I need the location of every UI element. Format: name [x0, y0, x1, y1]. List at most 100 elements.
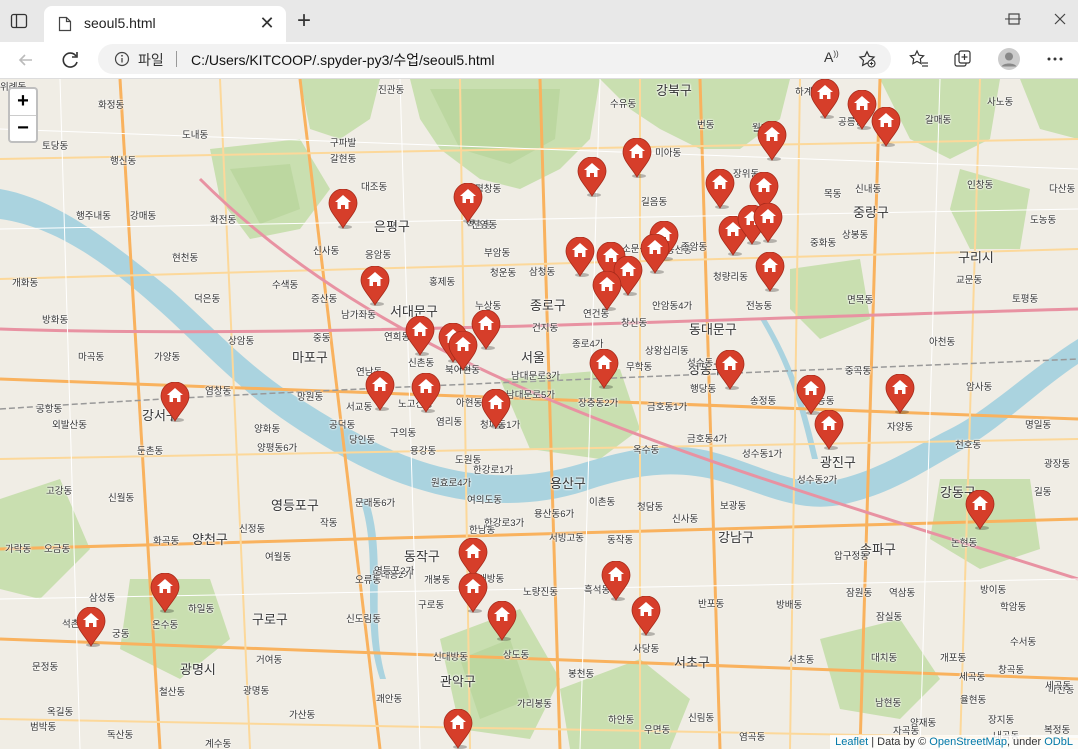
home-marker[interactable]	[640, 234, 670, 274]
place-label: 번동	[697, 120, 715, 131]
place-label: 화전동	[210, 215, 237, 226]
home-marker[interactable]	[328, 189, 358, 229]
place-label: 교문동	[956, 275, 983, 286]
district-label: 은평구	[374, 219, 410, 234]
home-marker[interactable]	[160, 382, 190, 422]
info-icon[interactable]	[114, 51, 130, 67]
place-label: 세곡동	[1045, 681, 1072, 692]
home-marker[interactable]	[565, 237, 595, 277]
home-marker[interactable]	[885, 374, 915, 414]
profile-avatar-icon[interactable]	[997, 47, 1021, 71]
place-label: 건지동	[532, 323, 559, 334]
home-marker[interactable]	[411, 373, 441, 413]
place-label: 철산동	[159, 687, 186, 698]
home-marker[interactable]	[622, 138, 652, 178]
place-label: 부암동	[484, 248, 511, 259]
zoom-in-button[interactable]: +	[10, 89, 36, 116]
place-label: 성수동	[687, 358, 714, 369]
home-marker[interactable]	[453, 183, 483, 223]
home-marker[interactable]	[458, 538, 488, 578]
place-label: 옥길동	[47, 707, 74, 718]
district-label: 영등포구	[271, 498, 319, 513]
place-label: 수유동	[610, 99, 637, 110]
maximize-button[interactable]	[1008, 13, 1020, 25]
add-favorite-icon[interactable]	[858, 50, 876, 68]
new-tab-button[interactable]: +	[292, 8, 316, 34]
close-tab-icon[interactable]: ✕	[258, 14, 276, 32]
odbl-link[interactable]: ODbL	[1044, 736, 1073, 748]
place-label: 원효로4가	[431, 478, 472, 489]
place-label: 양화동	[254, 424, 281, 435]
place-label: 역삼동	[889, 588, 916, 599]
home-marker[interactable]	[965, 490, 995, 530]
home-marker[interactable]	[871, 107, 901, 147]
home-marker[interactable]	[458, 573, 488, 613]
home-marker[interactable]	[365, 371, 395, 411]
read-aloud-icon[interactable]: A))	[824, 49, 839, 65]
place-label: 응암동	[365, 250, 392, 261]
place-label: 면목동	[847, 295, 874, 306]
place-label: 아천동	[929, 337, 956, 348]
place-label: 염창동	[205, 386, 232, 397]
home-marker[interactable]	[814, 410, 844, 450]
home-marker[interactable]	[481, 389, 511, 429]
back-button[interactable]	[12, 46, 40, 74]
refresh-button[interactable]	[56, 46, 84, 74]
home-marker[interactable]	[810, 79, 840, 119]
place-label: 학암동	[1000, 602, 1027, 613]
collections-icon[interactable]	[952, 48, 974, 70]
home-marker[interactable]	[405, 316, 435, 356]
home-marker[interactable]	[471, 310, 501, 350]
place-label: 남대문로5가	[506, 390, 555, 401]
home-marker[interactable]	[796, 375, 826, 415]
place-label: 신사동	[313, 246, 340, 257]
home-marker[interactable]	[577, 157, 607, 197]
home-marker[interactable]	[150, 573, 180, 613]
place-label: 공항동	[36, 404, 63, 415]
leaflet-link[interactable]: Leaflet	[835, 736, 868, 748]
place-label: 길음동	[641, 197, 668, 208]
attribution-text: | Data by ©	[868, 736, 930, 748]
more-menu-icon[interactable]	[1044, 48, 1066, 70]
place-label: 세곡동	[959, 672, 986, 683]
close-window-button[interactable]	[1054, 13, 1066, 25]
home-marker[interactable]	[76, 607, 106, 647]
sidebar-toggle-icon[interactable]	[10, 12, 28, 30]
home-marker[interactable]	[757, 121, 787, 161]
place-label: 동작동	[607, 535, 634, 546]
place-label: 상암동	[228, 336, 255, 347]
district-label: 구로구	[252, 612, 288, 627]
home-marker[interactable]	[631, 596, 661, 636]
district-label: 강남구	[718, 530, 754, 545]
home-marker[interactable]	[715, 350, 745, 390]
osm-link[interactable]: OpenStreetMap	[929, 736, 1007, 748]
district-label: 강북구	[656, 83, 692, 98]
place-label: 외발산동	[52, 420, 87, 431]
favorites-icon[interactable]	[908, 48, 930, 70]
zoom-out-button[interactable]: −	[10, 116, 36, 142]
home-marker[interactable]	[753, 203, 783, 243]
place-label: 송정동	[750, 396, 777, 407]
home-marker[interactable]	[443, 709, 473, 749]
place-label: 보광동	[720, 501, 747, 512]
home-marker[interactable]	[589, 349, 619, 389]
district-label: 광진구	[820, 455, 856, 470]
browser-tab[interactable]: seoul5.html ✕	[44, 6, 286, 42]
place-label: 둔촌동	[137, 446, 164, 457]
place-label: 이촌동	[589, 497, 616, 508]
map-view[interactable]: 강북구 은평구 중랑구 구리시 서대문구 종로구 동대문구 마포구 서울 성동구…	[0, 79, 1078, 749]
home-marker[interactable]	[705, 169, 735, 209]
home-marker[interactable]	[592, 271, 622, 311]
home-marker[interactable]	[360, 266, 390, 306]
address-bar[interactable]: 파일 C:/Users/KITCOOP/.spyder-py3/수업/seoul…	[98, 44, 891, 74]
place-label: 장지동	[988, 715, 1015, 726]
home-marker[interactable]	[755, 252, 785, 292]
place-label: 중동	[313, 333, 331, 344]
place-label: 전농동	[746, 301, 773, 312]
place-label: 화곡동	[153, 536, 180, 547]
place-label: 당인동	[349, 435, 376, 446]
place-label: 덕은동	[194, 294, 221, 305]
home-marker[interactable]	[487, 601, 517, 641]
url-text[interactable]: C:/Users/KITCOOP/.spyder-py3/수업/seoul5.h…	[191, 50, 495, 70]
home-marker[interactable]	[601, 561, 631, 601]
